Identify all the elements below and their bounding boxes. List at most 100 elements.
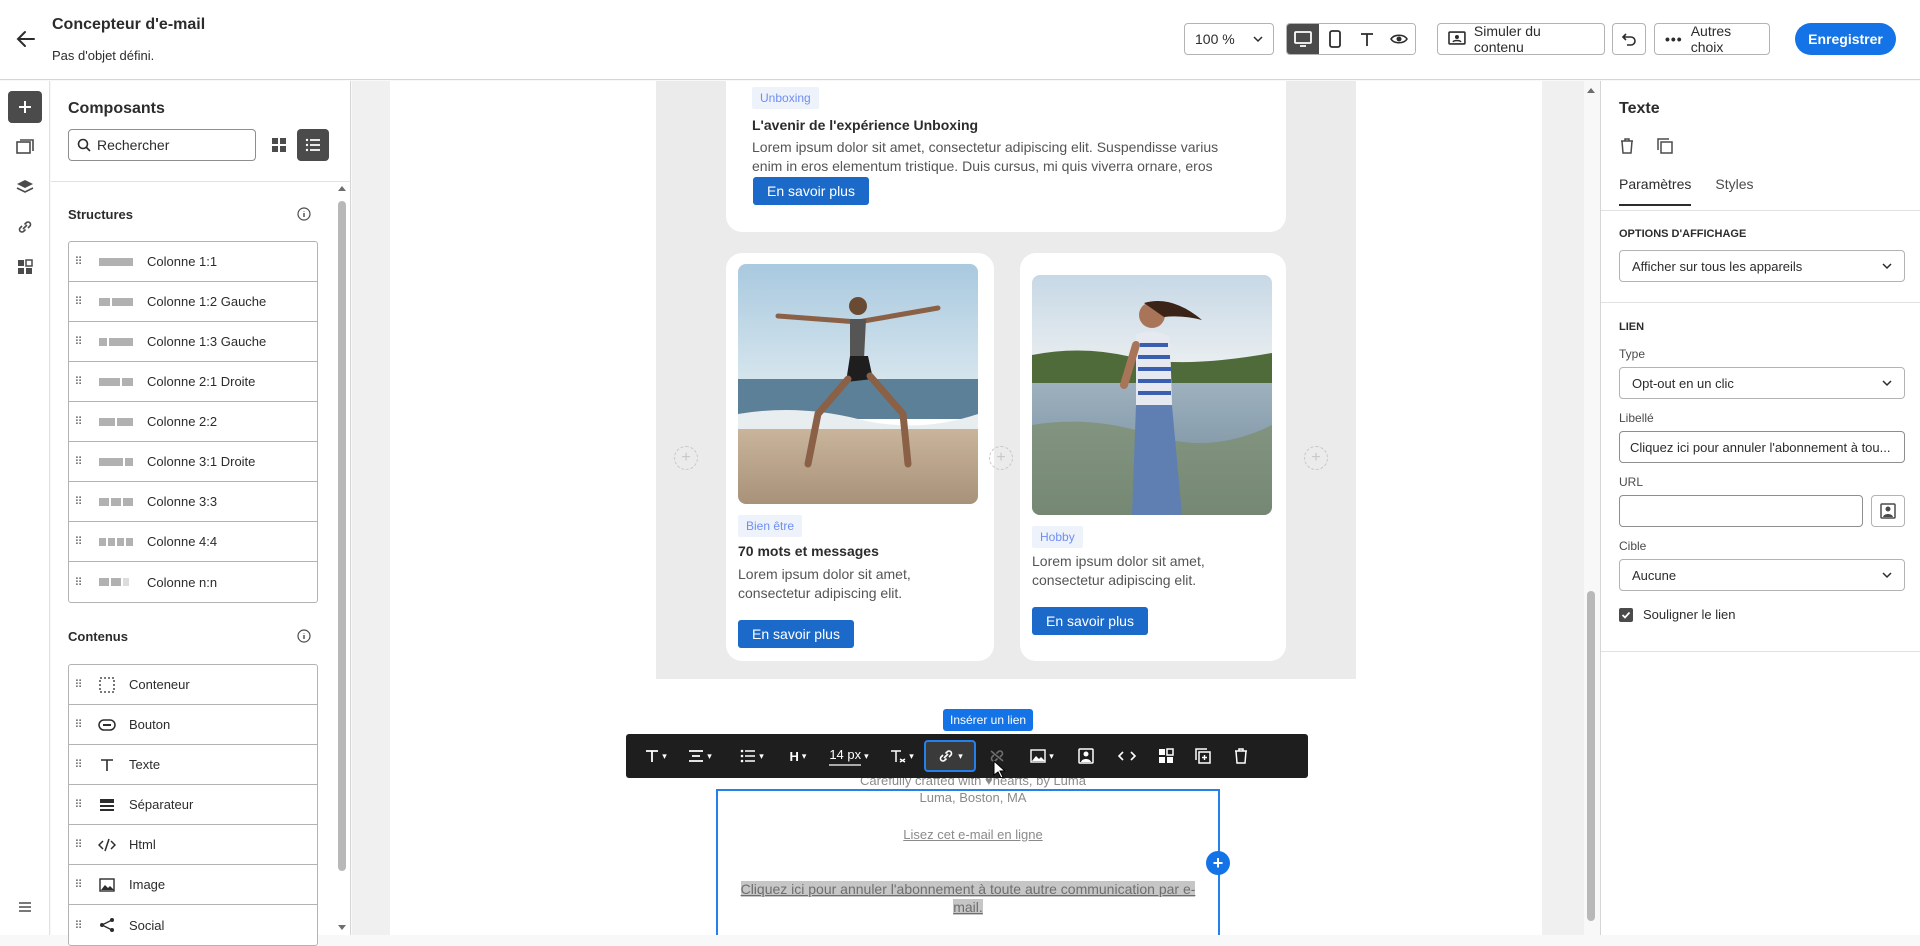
duplicate-component-button[interactable]	[1655, 136, 1675, 156]
drag-handle-icon[interactable]: ⠿	[69, 838, 87, 851]
clear-format-button[interactable]: ▾	[880, 740, 924, 772]
add-column-icon[interactable]: +	[989, 446, 1013, 470]
display-select[interactable]: Afficher sur tous les appareils	[1619, 250, 1905, 282]
structure-item[interactable]: ⠿ Colonne 3:1 Droite	[69, 442, 317, 482]
target-select[interactable]: Aucune	[1619, 559, 1905, 591]
drag-handle-icon[interactable]: ⠿	[69, 798, 87, 811]
drag-handle-icon[interactable]: ⠿	[69, 718, 87, 731]
structure-item[interactable]: ⠿ Colonne 2:2	[69, 402, 317, 442]
info-icon[interactable]	[297, 629, 311, 643]
drag-handle-icon[interactable]: ⠿	[69, 295, 87, 308]
drag-handle-icon[interactable]: ⠿	[69, 576, 87, 589]
save-button[interactable]: Enregistrer	[1795, 23, 1896, 55]
text-view-button[interactable]	[1351, 24, 1383, 54]
font-size-select[interactable]: 14 px ▾	[818, 740, 880, 772]
jogger-photo[interactable]	[1032, 275, 1272, 515]
delete-component-button[interactable]	[1617, 136, 1637, 156]
text-style-button[interactable]: ▾	[638, 740, 674, 772]
canvas-scrollbar[interactable]	[1584, 81, 1598, 935]
drag-handle-icon[interactable]: ⠿	[69, 335, 87, 348]
url-input[interactable]	[1619, 495, 1863, 527]
zoom-select[interactable]: 100 %	[1184, 23, 1274, 55]
unsubscribe-text[interactable]: Cliquez ici pour annuler l'abonnement à …	[740, 881, 1196, 915]
drag-handle-icon[interactable]: ⠿	[69, 878, 87, 891]
content-item[interactable]: ⠿ Conteneur	[69, 665, 317, 705]
delete-button[interactable]	[1222, 740, 1260, 772]
simulate-content-button[interactable]: Simuler du contenu	[1437, 23, 1605, 55]
list-button[interactable]: ▾	[726, 740, 778, 772]
scroll-up-icon[interactable]	[1587, 87, 1595, 93]
desktop-view-button[interactable]	[1287, 24, 1319, 54]
drag-handle-icon[interactable]: ⠿	[69, 678, 87, 691]
scroll-thumb[interactable]	[338, 201, 346, 871]
align-button[interactable]: ▾	[674, 740, 726, 772]
content-item[interactable]: ⠿ Html	[69, 825, 317, 865]
content-item[interactable]: ⠿ Texte	[69, 745, 317, 785]
content-item[interactable]: ⠿ Image	[69, 865, 317, 905]
article-card[interactable]: Unboxing L'avenir de l'expérience Unboxi…	[726, 81, 1286, 232]
cta-button[interactable]: En savoir plus	[1032, 607, 1148, 635]
tab-settings[interactable]: Paramètres	[1619, 176, 1692, 206]
fragment-button[interactable]	[1148, 740, 1184, 772]
rail-fragments[interactable]	[8, 251, 42, 283]
article-card[interactable]: Bien être 70 mots et messages Lorem ipsu…	[726, 253, 994, 661]
add-column-icon[interactable]: +	[1304, 446, 1328, 470]
yoga-photo[interactable]	[738, 264, 978, 504]
cta-button[interactable]: En savoir plus	[738, 620, 854, 648]
grid-view-button[interactable]	[263, 129, 295, 161]
insert-image-button[interactable]: ▾	[1018, 740, 1066, 772]
drag-handle-icon[interactable]: ⠿	[69, 255, 87, 268]
cta-button[interactable]: En savoir plus	[753, 177, 869, 205]
list-view-button[interactable]	[297, 129, 329, 161]
content-item[interactable]: ⠿ Bouton	[69, 705, 317, 745]
undo-button[interactable]	[1612, 23, 1646, 55]
scroll-up-icon[interactable]	[338, 185, 346, 191]
drag-handle-icon[interactable]: ⠿	[69, 415, 87, 428]
add-column-icon[interactable]: +	[674, 446, 698, 470]
source-code-button[interactable]	[1106, 740, 1148, 772]
search-input[interactable]: Rechercher	[68, 129, 256, 161]
scroll-thumb[interactable]	[1587, 591, 1595, 921]
mobile-view-button[interactable]	[1319, 24, 1351, 54]
rail-assets[interactable]	[8, 131, 42, 163]
components-scrollbar[interactable]	[336, 181, 348, 935]
rail-links[interactable]	[8, 211, 42, 243]
structure-item[interactable]: ⠿ Colonne 3:3	[69, 482, 317, 522]
drag-handle-icon[interactable]: ⠿	[69, 375, 87, 388]
article-card[interactable]: Hobby Lorem ipsum dolor sit amet, consec…	[1020, 253, 1286, 661]
structure-item[interactable]: ⠿ Colonne n:n	[69, 562, 317, 602]
link-type-select[interactable]: Opt-out en un clic	[1619, 367, 1905, 399]
rail-add-components[interactable]	[8, 91, 42, 123]
drag-handle-icon[interactable]: ⠿	[69, 535, 87, 548]
drag-handle-icon[interactable]: ⠿	[69, 758, 87, 771]
back-arrow-icon[interactable]	[14, 27, 38, 51]
heading-button[interactable]: H ▾	[778, 740, 818, 772]
content-item[interactable]: ⠿ Séparateur	[69, 785, 317, 825]
drag-handle-icon[interactable]: ⠿	[69, 495, 87, 508]
structure-item[interactable]: ⠿ Colonne 2:1 Droite	[69, 362, 317, 402]
content-item[interactable]: ⠿ Social	[69, 905, 317, 945]
tab-styles[interactable]: Styles	[1715, 176, 1753, 206]
underline-checkbox[interactable]: Souligner le lien	[1619, 607, 1736, 622]
structure-item[interactable]: ⠿ Colonne 1:2 Gauche	[69, 282, 317, 322]
read-online-link[interactable]: Lisez cet e-mail en ligne	[716, 827, 1230, 842]
preview-button[interactable]	[1383, 24, 1415, 54]
structure-item[interactable]: ⠿ Colonne 1:1	[69, 242, 317, 282]
personalize-url-button[interactable]	[1871, 495, 1905, 527]
checkbox-checked-icon[interactable]	[1619, 607, 1633, 622]
duplicate-button[interactable]	[1184, 740, 1222, 772]
more-options-button[interactable]: ••• Autres choix	[1654, 23, 1770, 55]
drag-handle-icon[interactable]: ⠿	[69, 455, 87, 468]
insert-link-button[interactable]: ▾	[924, 740, 976, 772]
unsubscribe-link[interactable]: Cliquez ici pour annuler l'abonnement à …	[736, 880, 1200, 916]
drag-handle-icon[interactable]: ⠿	[69, 919, 87, 932]
structure-item[interactable]: ⠿ Colonne 4:4	[69, 522, 317, 562]
scroll-down-icon[interactable]	[338, 925, 346, 931]
add-block-icon[interactable]: +	[1206, 851, 1230, 875]
rail-help[interactable]	[8, 891, 42, 923]
link-label-input[interactable]: Cliquez ici pour annuler l'abonnement à …	[1619, 431, 1905, 463]
info-icon[interactable]	[297, 207, 311, 221]
rail-layers[interactable]	[8, 171, 42, 203]
structure-item[interactable]: ⠿ Colonne 1:3 Gauche	[69, 322, 317, 362]
personalize-button[interactable]	[1066, 740, 1106, 772]
